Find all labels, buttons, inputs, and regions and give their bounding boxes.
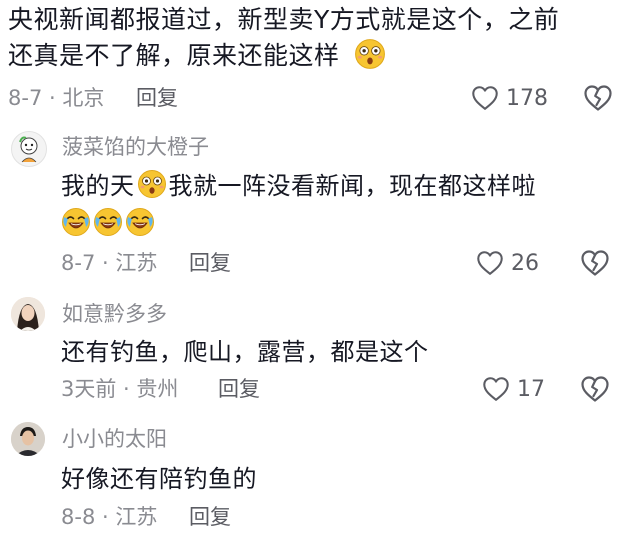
reply-username[interactable]: 菠菜馅的大橙子 [62, 132, 209, 162]
reply-username[interactable]: 小小的太阳 [62, 424, 167, 454]
reply-text-part-b: 我就一阵没看新闻，现在都这样啦 [168, 172, 536, 200]
shocked-face-emoji-icon [354, 38, 386, 70]
root-comment-date-location: 8-7 · 北京 [8, 86, 105, 110]
crying-laughing-emoji-icon [93, 207, 123, 237]
reply-text-part-a: 我的天 [61, 172, 135, 200]
reply-meta-row: 3天前 · 贵州 回复 17 [61, 371, 640, 407]
root-comment-text: 央视新闻都报道过，新型卖Y方式就是这个，之前 还真是不了解，原来还能这样 [8, 2, 632, 74]
heart-icon [481, 374, 511, 404]
broken-heart-icon[interactable] [579, 247, 611, 279]
reply-date-location: 3天前 · 贵州 [61, 377, 179, 401]
broken-heart-icon[interactable] [579, 373, 611, 405]
avatar[interactable] [11, 422, 45, 456]
reply-like-button[interactable]: 26 [475, 245, 539, 281]
reply-text: 好像还有陪钓鱼的 [61, 465, 257, 493]
avatar[interactable] [11, 131, 47, 167]
reply-reply-button[interactable]: 回复 [189, 245, 231, 281]
reply-date-location: 8-7 · 江苏 [61, 251, 158, 275]
crying-laughing-emoji-icon [61, 207, 91, 237]
photo-avatar-icon [11, 297, 45, 331]
root-comment-meta-row: 8-7 · 北京 回复 178 [8, 80, 632, 116]
root-comment-like-count: 178 [506, 85, 548, 111]
root-comment-reply-button[interactable]: 回复 [136, 80, 178, 116]
heart-icon [470, 83, 500, 113]
reply-text: 还有钓鱼，爬山，露营，都是这个 [61, 338, 429, 366]
photo-avatar-icon [11, 422, 45, 456]
reply-meta-row: 8-8 · 江苏 回复 [61, 499, 640, 535]
crying-laughing-emoji-icon [125, 207, 155, 237]
shocked-face-emoji-icon [137, 169, 167, 199]
reply-like-count: 26 [511, 250, 539, 276]
reply-reply-button[interactable]: 回复 [189, 499, 231, 535]
reply-text: 我的天 我就一阵没看新闻，现在都这样啦 [61, 168, 536, 204]
cartoon-avatar-icon [19, 136, 38, 163]
reply-meta-row: 8-7 · 江苏 回复 26 [61, 245, 640, 281]
reply-date-location: 8-8 · 江苏 [61, 505, 158, 529]
heart-icon [475, 248, 505, 278]
root-comment-like-button[interactable]: 178 [470, 80, 548, 116]
broken-heart-icon[interactable] [582, 82, 614, 114]
root-comment-line-2-text: 还真是不了解，原来还能这样 [8, 41, 340, 70]
reply-username[interactable]: 如意黔多多 [62, 299, 167, 329]
root-comment-line-1: 央视新闻都报道过，新型卖Y方式就是这个，之前 [8, 5, 560, 34]
root-comment: 央视新闻都报道过，新型卖Y方式就是这个，之前 还真是不了解，原来还能这样 8-7… [8, 0, 632, 116]
root-comment-line-2: 还真是不了解，原来还能这样 [8, 38, 632, 74]
reply-emoji-row [60, 206, 156, 242]
avatar[interactable] [11, 297, 45, 331]
reply-like-button[interactable]: 17 [481, 371, 545, 407]
reply-reply-button[interactable]: 回复 [218, 371, 260, 407]
reply-like-count: 17 [517, 376, 545, 402]
